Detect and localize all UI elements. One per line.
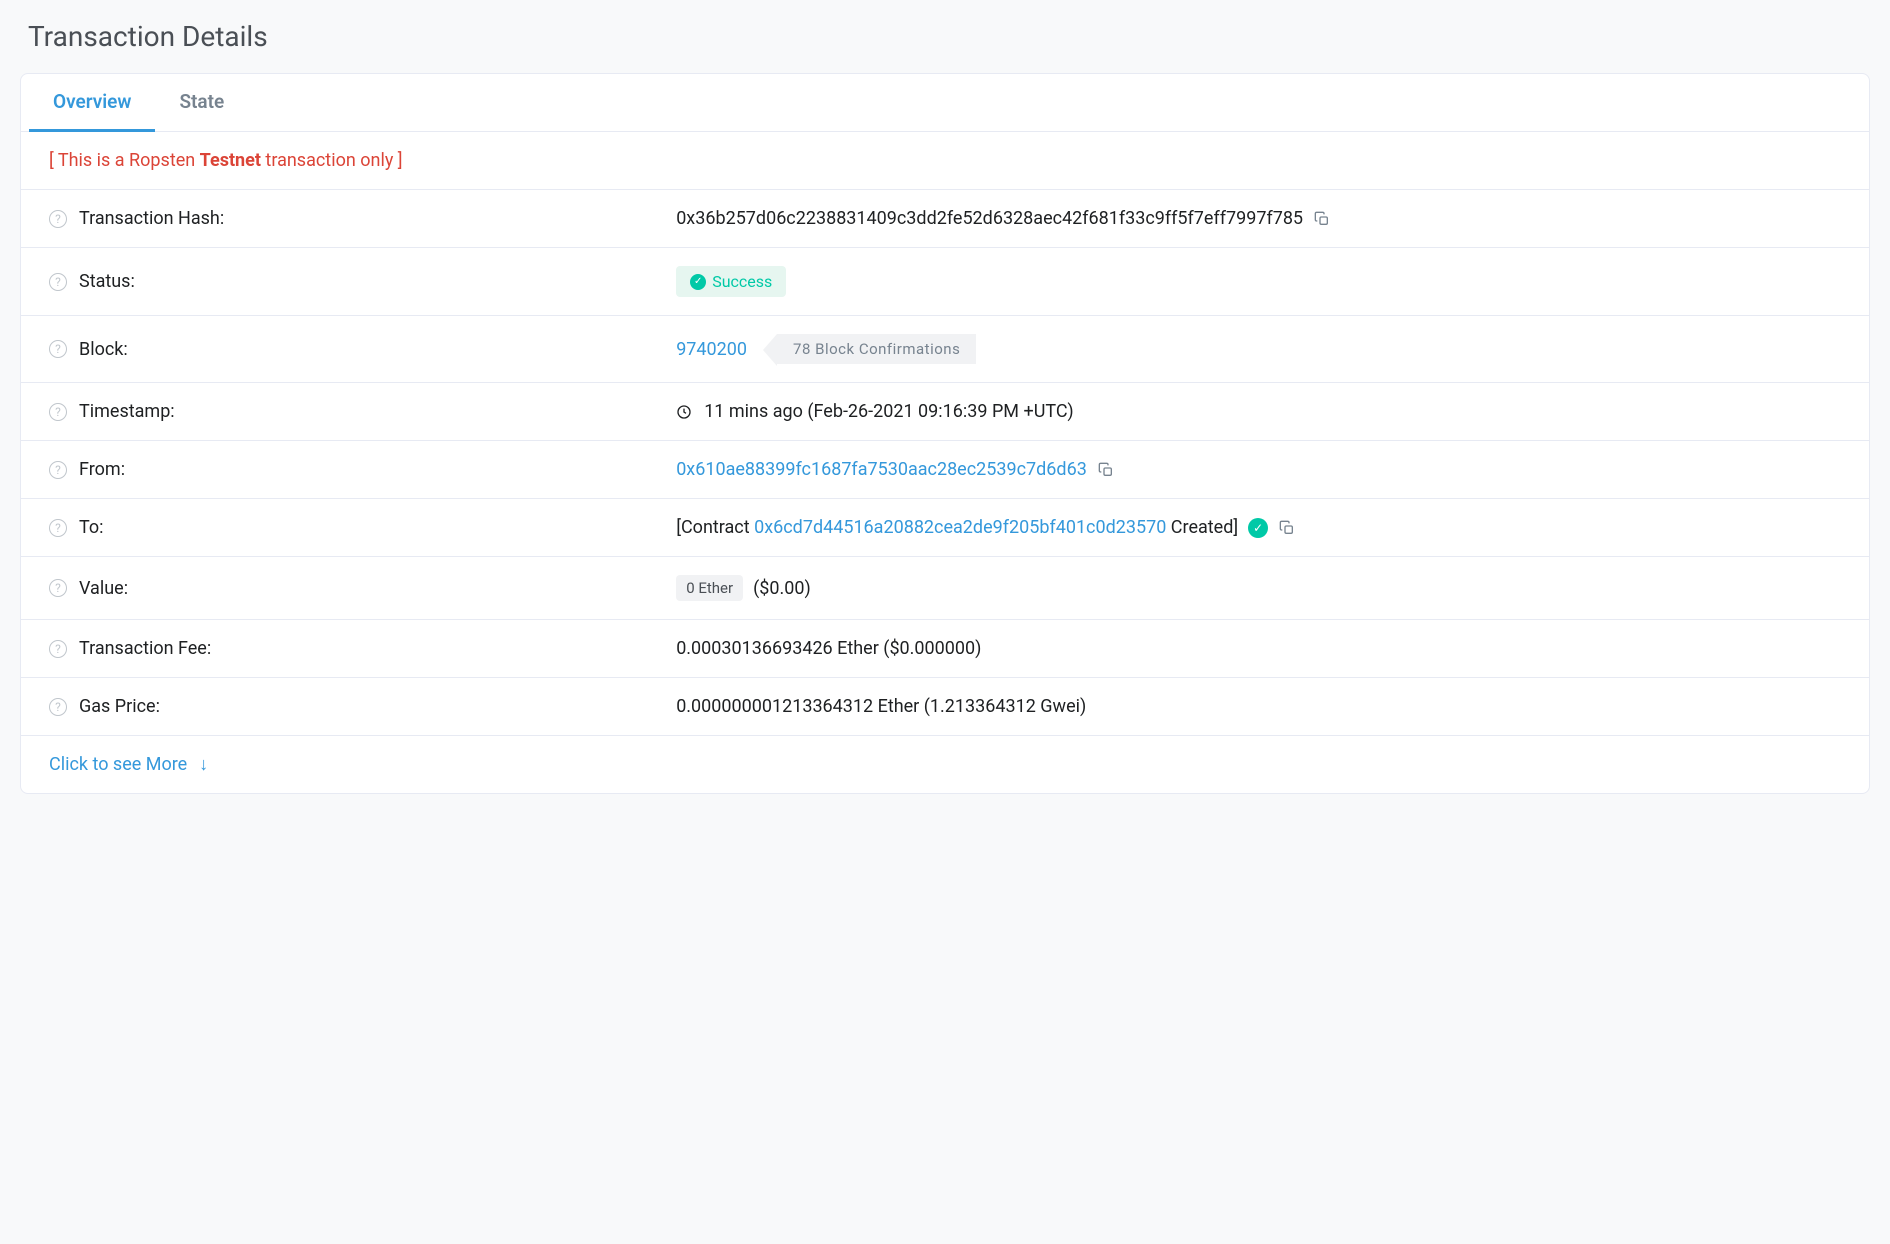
value-usd: ($0.00) [753, 578, 811, 599]
row-block: ? Block: 9740200 78 Block Confirmations [21, 316, 1869, 383]
row-to: ? To: [Contract 0x6cd7d44516a20882cea2de… [21, 499, 1869, 557]
label-txfee: ? Transaction Fee: [49, 638, 676, 659]
arrow-down-icon[interactable]: ↓ [199, 754, 208, 775]
value-gasprice: 0.000000001213364312 Ether (1.213364312 … [676, 696, 1841, 717]
label-value-text: Value: [79, 578, 128, 599]
label-to-text: To: [79, 517, 104, 538]
block-link[interactable]: 9740200 [676, 339, 747, 360]
tab-state[interactable]: State [155, 74, 248, 132]
timestamp-text: 11 mins ago (Feb-26-2021 09:16:39 PM +UT… [704, 401, 1073, 422]
label-timestamp-text: Timestamp: [79, 401, 175, 422]
row-gasprice: ? Gas Price: 0.000000001213364312 Ether … [21, 678, 1869, 736]
help-icon[interactable]: ? [49, 340, 67, 358]
value-status: ✓ Success [676, 266, 1841, 297]
notice-suffix: transaction only ] [261, 150, 403, 171]
gasprice-text: 0.000000001213364312 Ether (1.213364312 … [676, 696, 1086, 717]
transaction-card: Overview State [ This is a Ropsten Testn… [20, 73, 1870, 794]
copy-icon[interactable] [1313, 210, 1331, 228]
notice-bold: Testnet [200, 150, 261, 171]
row-txfee: ? Transaction Fee: 0.00030136693426 Ethe… [21, 620, 1869, 678]
label-gasprice: ? Gas Price: [49, 696, 676, 717]
label-from-text: From: [79, 459, 125, 480]
to-prefix: [Contract [676, 517, 754, 538]
see-more-row: Click to see More ↓ [21, 736, 1869, 793]
value-value: 0 Ether ($0.00) [676, 575, 1841, 601]
page-title: Transaction Details [20, 20, 1870, 53]
value-timestamp: 11 mins ago (Feb-26-2021 09:16:39 PM +UT… [676, 401, 1841, 422]
label-to: ? To: [49, 517, 676, 538]
help-icon[interactable]: ? [49, 579, 67, 597]
help-icon[interactable]: ? [49, 519, 67, 537]
to-suffix: Created] [1166, 517, 1238, 538]
label-value: ? Value: [49, 578, 676, 599]
label-from: ? From: [49, 459, 676, 480]
txfee-text: 0.00030136693426 Ether ($0.000000) [676, 638, 981, 659]
txhash-text: 0x36b257d06c2238831409c3dd2fe52d6328aec4… [676, 208, 1303, 229]
row-from: ? From: 0x610ae88399fc1687fa7530aac28ec2… [21, 441, 1869, 499]
help-icon[interactable]: ? [49, 461, 67, 479]
value-block: 9740200 78 Block Confirmations [676, 334, 1841, 364]
help-icon[interactable]: ? [49, 273, 67, 291]
help-icon[interactable]: ? [49, 698, 67, 716]
tab-overview[interactable]: Overview [29, 74, 155, 132]
label-timestamp: ? Timestamp: [49, 401, 676, 422]
row-value: ? Value: 0 Ether ($0.00) [21, 557, 1869, 620]
to-address-link[interactable]: 0x6cd7d44516a20882cea2de9f205bf401c0d235… [754, 517, 1166, 538]
label-status: ? Status: [49, 271, 676, 292]
help-icon[interactable]: ? [49, 210, 67, 228]
tabs-container: Overview State [21, 74, 1869, 132]
label-txhash-text: Transaction Hash: [79, 208, 224, 229]
copy-icon[interactable] [1278, 519, 1296, 537]
status-badge: ✓ Success [676, 266, 786, 297]
from-address-link[interactable]: 0x610ae88399fc1687fa7530aac28ec2539c7d6d… [676, 459, 1087, 480]
label-txhash: ? Transaction Hash: [49, 208, 676, 229]
value-from: 0x610ae88399fc1687fa7530aac28ec2539c7d6d… [676, 459, 1841, 480]
label-status-text: Status: [79, 271, 135, 292]
help-icon[interactable]: ? [49, 403, 67, 421]
row-status: ? Status: ✓ Success [21, 248, 1869, 316]
check-icon: ✓ [690, 274, 706, 290]
see-more-link[interactable]: Click to see More [49, 754, 187, 775]
clock-icon [676, 404, 692, 420]
status-text: Success [712, 272, 772, 291]
label-txfee-text: Transaction Fee: [79, 638, 211, 659]
testnet-notice: [ This is a Ropsten Testnet transaction … [21, 132, 1869, 190]
help-icon[interactable]: ? [49, 640, 67, 658]
value-ether-badge: 0 Ether [676, 575, 743, 601]
notice-prefix: [ This is a Ropsten [49, 150, 200, 171]
value-txfee: 0.00030136693426 Ether ($0.000000) [676, 638, 1841, 659]
label-gasprice-text: Gas Price: [79, 696, 160, 717]
to-contract-wrap: [Contract 0x6cd7d44516a20882cea2de9f205b… [676, 517, 1238, 538]
row-timestamp: ? Timestamp: 11 mins ago (Feb-26-2021 09… [21, 383, 1869, 441]
value-to: [Contract 0x6cd7d44516a20882cea2de9f205b… [676, 517, 1841, 538]
row-txhash: ? Transaction Hash: 0x36b257d06c22388314… [21, 190, 1869, 248]
verified-icon: ✓ [1248, 518, 1268, 538]
label-block-text: Block: [79, 339, 128, 360]
value-txhash: 0x36b257d06c2238831409c3dd2fe52d6328aec4… [676, 208, 1841, 229]
copy-icon[interactable] [1097, 461, 1115, 479]
confirmations-badge: 78 Block Confirmations [777, 334, 976, 364]
label-block: ? Block: [49, 339, 676, 360]
